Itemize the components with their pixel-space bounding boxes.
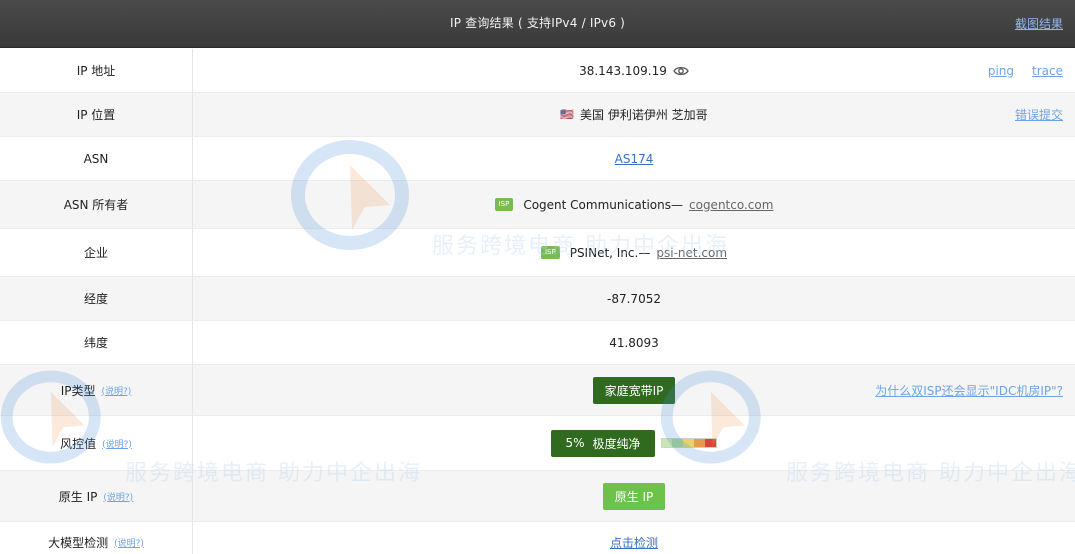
ip-result-table: IP 地址 38.143.109.19 ping trace IP 位置 🇺🇸 … bbox=[0, 49, 1075, 554]
risk-gradient-bar bbox=[660, 438, 717, 448]
location-actions: 错误提交 bbox=[1015, 93, 1063, 136]
table-row-ip-type: IP类型 (说明?) 家庭宽带IP 为什么双ISP还会显示"IDC机房IP"? bbox=[0, 365, 1075, 416]
isp-badge: ISP bbox=[540, 246, 560, 259]
us-flag-icon: 🇺🇸 bbox=[560, 108, 575, 121]
row-value-asn-owner: ISP Cogent Communications— cogentco.com bbox=[193, 181, 1075, 228]
trace-link[interactable]: trace bbox=[1032, 64, 1063, 78]
row-value-native-ip: 原生 IP bbox=[193, 471, 1075, 521]
row-label-company: 企业 bbox=[0, 229, 193, 276]
row-label-asn: ASN bbox=[0, 137, 193, 180]
result-header: IP 查询结果 ( 支持IPv4 / IPv6 ) 截图结果 bbox=[0, 0, 1075, 48]
asn-owner-domain-link[interactable]: cogentco.com bbox=[689, 198, 773, 212]
row-value-llm-check: 点击检测 bbox=[193, 522, 1075, 554]
ip-actions: ping trace bbox=[988, 49, 1063, 92]
why-idc-link[interactable]: 为什么双ISP还会显示"IDC机房IP"? bbox=[875, 382, 1063, 399]
asn-link[interactable]: AS174 bbox=[615, 152, 654, 166]
asn-owner-name: Cogent Communications— bbox=[523, 197, 683, 212]
ip-type-tag: 家庭宽带IP bbox=[592, 376, 676, 404]
risk-percent: 5% bbox=[565, 436, 585, 450]
table-row-company: 企业 ISP PSINet, Inc.— psi-net.com bbox=[0, 229, 1075, 277]
row-label-llm-check: 大模型检测 (说明?) bbox=[0, 522, 193, 554]
table-row-latitude: 纬度 41.8093 bbox=[0, 321, 1075, 365]
company-name: PSINet, Inc.— bbox=[569, 245, 651, 260]
click-detect-link[interactable]: 点击检测 bbox=[610, 534, 658, 551]
screenshot-result-link[interactable]: 截图结果 bbox=[1015, 15, 1063, 32]
llm-check-help-link[interactable]: (说明?) bbox=[114, 536, 144, 549]
table-row-risk: 风控值 (说明?) 5% 极度纯净 bbox=[0, 416, 1075, 471]
row-label-ip-type: IP类型 (说明?) bbox=[0, 365, 193, 415]
row-value-latitude: 41.8093 bbox=[193, 321, 1075, 364]
table-row-asn: ASN AS174 bbox=[0, 137, 1075, 181]
location-value: 美国 伊利诺伊州 芝加哥 bbox=[580, 108, 708, 122]
row-value-company: ISP PSINet, Inc.— psi-net.com bbox=[193, 229, 1075, 276]
header-title: IP 查询结果 ( 支持IPv4 / IPv6 ) bbox=[449, 16, 626, 30]
table-row-ip: IP 地址 38.143.109.19 ping trace bbox=[0, 49, 1075, 93]
row-value-location: 🇺🇸 美国 伊利诺伊州 芝加哥 bbox=[193, 93, 1075, 136]
risk-status: 极度纯净 bbox=[592, 436, 641, 451]
row-label-native-ip: 原生 IP (说明?) bbox=[0, 471, 193, 521]
row-label-ip: IP 地址 bbox=[0, 49, 193, 92]
row-value-risk: 5% 极度纯净 bbox=[193, 416, 1075, 470]
ip-type-help-link[interactable]: (说明?) bbox=[101, 384, 131, 397]
risk-help-link[interactable]: (说明?) bbox=[102, 437, 132, 450]
report-error-link[interactable]: 错误提交 bbox=[1015, 106, 1063, 123]
table-row-longitude: 经度 -87.7052 bbox=[0, 277, 1075, 321]
risk-score-pill: 5% 极度纯净 bbox=[551, 429, 655, 457]
row-label-latitude: 纬度 bbox=[0, 321, 193, 364]
risk-indicator: 5% 极度纯净 bbox=[551, 429, 717, 457]
row-label-longitude: 经度 bbox=[0, 277, 193, 320]
ping-link[interactable]: ping bbox=[988, 64, 1014, 78]
row-label-asn-owner: ASN 所有者 bbox=[0, 181, 193, 228]
row-label-location: IP 位置 bbox=[0, 93, 193, 136]
native-ip-help-link[interactable]: (说明?) bbox=[103, 490, 133, 503]
row-value-longitude: -87.7052 bbox=[193, 277, 1075, 320]
table-row-asn-owner: ASN 所有者 ISP Cogent Communications— cogen… bbox=[0, 181, 1075, 229]
longitude-value: -87.7052 bbox=[607, 291, 661, 306]
row-value-ip: 38.143.109.19 bbox=[193, 49, 1075, 92]
table-row-location: IP 位置 🇺🇸 美国 伊利诺伊州 芝加哥 错误提交 bbox=[0, 93, 1075, 137]
ip-type-actions: 为什么双ISP还会显示"IDC机房IP"? bbox=[875, 365, 1063, 415]
native-ip-tag: 原生 IP bbox=[602, 482, 666, 510]
company-domain-link[interactable]: psi-net.com bbox=[656, 246, 727, 260]
ip-address-value: 38.143.109.19 bbox=[579, 63, 667, 78]
row-label-risk: 风控值 (说明?) bbox=[0, 416, 193, 470]
latitude-value: 41.8093 bbox=[609, 335, 659, 350]
row-value-asn: AS174 bbox=[193, 137, 1075, 180]
table-row-native-ip: 原生 IP (说明?) 原生 IP bbox=[0, 471, 1075, 522]
table-row-llm-check: 大模型检测 (说明?) 点击检测 bbox=[0, 522, 1075, 554]
isp-badge: ISP bbox=[494, 198, 514, 211]
eye-icon[interactable] bbox=[673, 65, 689, 77]
